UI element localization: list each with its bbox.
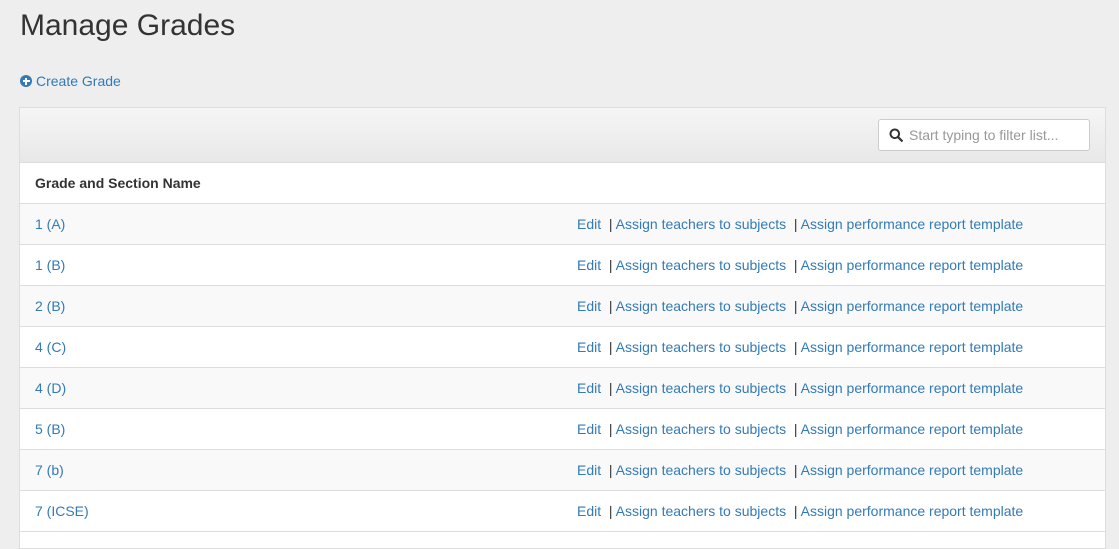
grades-list: 1 (A) Edit | Assign teachers to subjects… <box>20 204 1105 532</box>
assign-report-template-link[interactable]: Assign performance report template <box>801 257 1024 273</box>
table-row: 2 (B) Edit | Assign teachers to subjects… <box>20 286 1105 327</box>
row-actions: Edit | Assign teachers to subjects | Ass… <box>577 409 1023 449</box>
assign-teachers-link[interactable]: Assign teachers to subjects <box>616 298 786 314</box>
assign-report-template-link[interactable]: Assign performance report template <box>801 503 1024 519</box>
table-row: 4 (C) Edit | Assign teachers to subjects… <box>20 327 1105 368</box>
separator: | <box>793 503 798 519</box>
table-row: 4 (D) Edit | Assign teachers to subjects… <box>20 368 1105 409</box>
separator: | <box>608 339 613 355</box>
separator: | <box>793 257 798 273</box>
separator: | <box>793 380 798 396</box>
table-row: 7 (ICSE) Edit | Assign teachers to subje… <box>20 491 1105 532</box>
assign-teachers-link[interactable]: Assign teachers to subjects <box>616 503 786 519</box>
grade-name-link[interactable]: 7 (b) <box>35 450 64 490</box>
table-row: 1 (B) Edit | Assign teachers to subjects… <box>20 245 1105 286</box>
separator: | <box>608 380 613 396</box>
grade-name-link[interactable]: 4 (D) <box>35 368 66 408</box>
create-grade-label: Create Grade <box>36 73 121 89</box>
grade-name-link[interactable]: 5 (B) <box>35 409 65 449</box>
grade-name-link[interactable]: 7 (ICSE) <box>35 491 89 531</box>
separator: | <box>793 339 798 355</box>
search-icon <box>889 128 903 142</box>
edit-link[interactable]: Edit <box>577 462 601 478</box>
grade-name-link[interactable]: 4 (C) <box>35 327 66 367</box>
separator: | <box>608 462 613 478</box>
assign-report-template-link[interactable]: Assign performance report template <box>801 216 1024 232</box>
assign-teachers-link[interactable]: Assign teachers to subjects <box>616 380 786 396</box>
assign-teachers-link[interactable]: Assign teachers to subjects <box>616 462 786 478</box>
separator: | <box>608 298 613 314</box>
assign-report-template-link[interactable]: Assign performance report template <box>801 380 1024 396</box>
separator: | <box>793 421 798 437</box>
separator: | <box>793 298 798 314</box>
row-actions: Edit | Assign teachers to subjects | Ass… <box>577 286 1023 326</box>
edit-link[interactable]: Edit <box>577 216 601 232</box>
grade-name-link[interactable]: 1 (A) <box>35 204 65 244</box>
table-row: 7 (b) Edit | Assign teachers to subjects… <box>20 450 1105 491</box>
edit-link[interactable]: Edit <box>577 298 601 314</box>
edit-link[interactable]: Edit <box>577 380 601 396</box>
assign-report-template-link[interactable]: Assign performance report template <box>801 298 1024 314</box>
row-actions: Edit | Assign teachers to subjects | Ass… <box>577 204 1023 244</box>
edit-link[interactable]: Edit <box>577 339 601 355</box>
row-actions: Edit | Assign teachers to subjects | Ass… <box>577 245 1023 285</box>
table-row: 5 (B) Edit | Assign teachers to subjects… <box>20 409 1105 450</box>
grades-panel: Grade and Section Name 1 (A) Edit | Assi… <box>19 107 1106 549</box>
assign-teachers-link[interactable]: Assign teachers to subjects <box>616 339 786 355</box>
separator: | <box>608 503 613 519</box>
assign-teachers-link[interactable]: Assign teachers to subjects <box>616 216 786 232</box>
separator: | <box>793 462 798 478</box>
edit-link[interactable]: Edit <box>577 257 601 273</box>
row-actions: Edit | Assign teachers to subjects | Ass… <box>577 450 1023 490</box>
assign-teachers-link[interactable]: Assign teachers to subjects <box>616 421 786 437</box>
column-header-grade-section: Grade and Section Name <box>20 163 1105 204</box>
assign-report-template-link[interactable]: Assign performance report template <box>801 421 1024 437</box>
separator: | <box>608 216 613 232</box>
edit-link[interactable]: Edit <box>577 421 601 437</box>
plus-circle-icon <box>20 75 32 87</box>
assign-report-template-link[interactable]: Assign performance report template <box>801 462 1024 478</box>
edit-link[interactable]: Edit <box>577 503 601 519</box>
panel-toolbar <box>20 108 1105 163</box>
grade-name-link[interactable]: 2 (B) <box>35 286 65 326</box>
filter-box[interactable] <box>878 119 1090 151</box>
filter-input[interactable] <box>909 127 1089 143</box>
grade-name-link[interactable]: 1 (B) <box>35 245 65 285</box>
row-actions: Edit | Assign teachers to subjects | Ass… <box>577 368 1023 408</box>
separator: | <box>608 421 613 437</box>
page-title: Manage Grades <box>20 9 236 42</box>
row-actions: Edit | Assign teachers to subjects | Ass… <box>577 491 1023 531</box>
table-row: 1 (A) Edit | Assign teachers to subjects… <box>20 204 1105 245</box>
separator: | <box>793 216 798 232</box>
assign-report-template-link[interactable]: Assign performance report template <box>801 339 1024 355</box>
separator: | <box>608 257 613 273</box>
create-grade-link[interactable]: Create Grade <box>20 73 121 89</box>
row-actions: Edit | Assign teachers to subjects | Ass… <box>577 327 1023 367</box>
assign-teachers-link[interactable]: Assign teachers to subjects <box>616 257 786 273</box>
